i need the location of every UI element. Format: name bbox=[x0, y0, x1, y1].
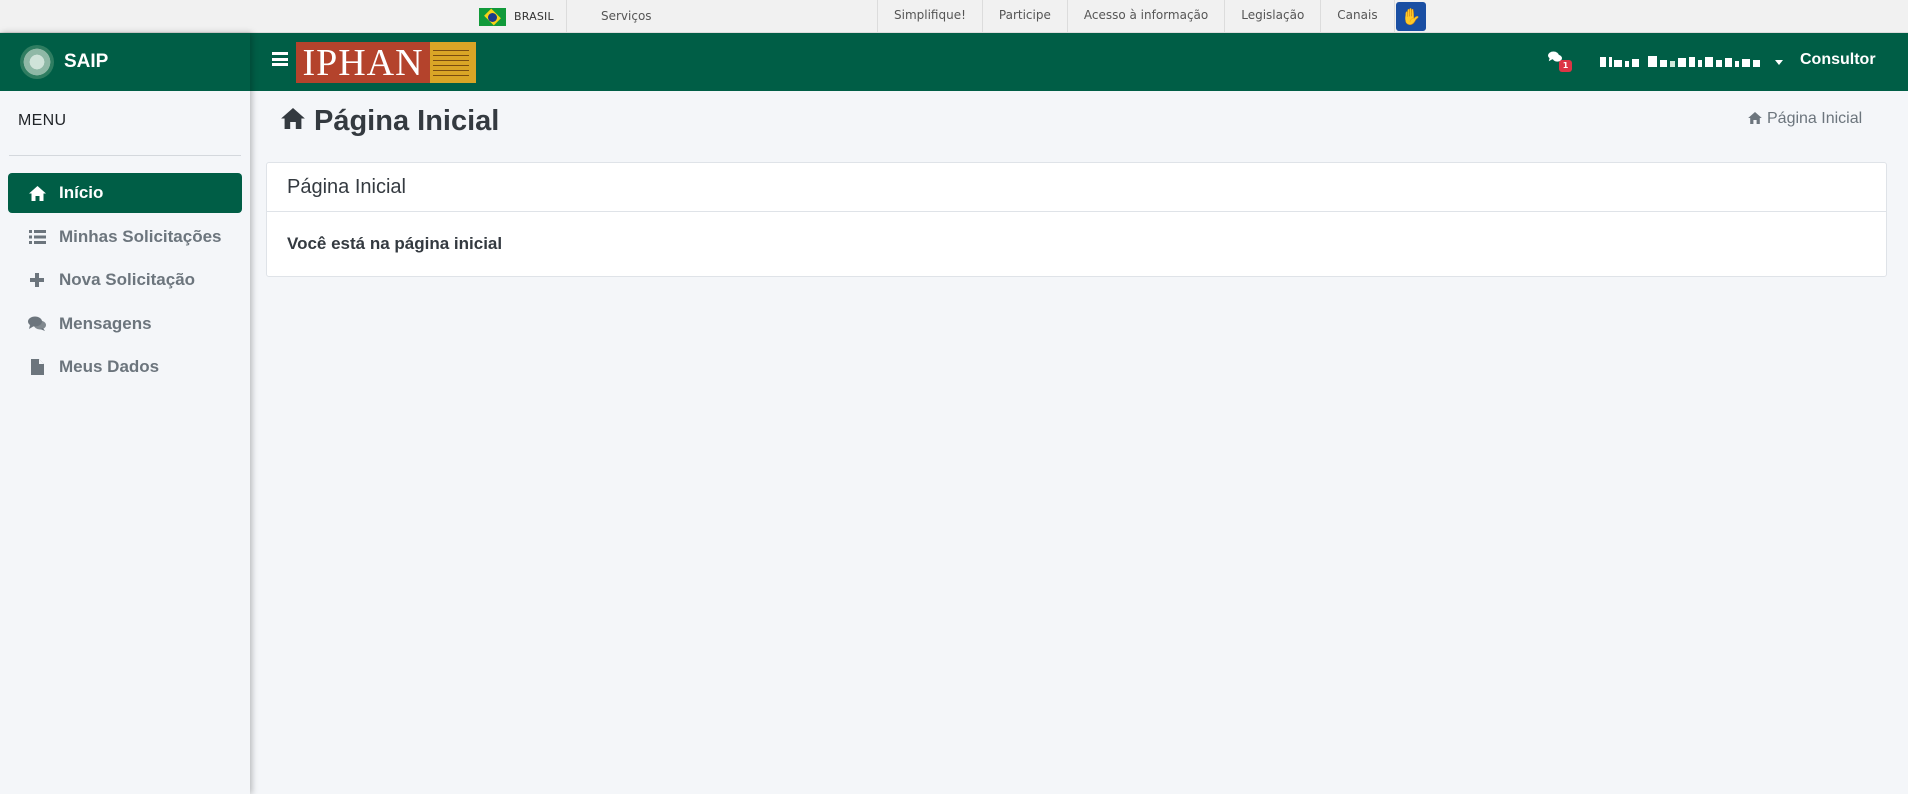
sidebar-item-label: Meus Dados bbox=[59, 357, 160, 376]
brasil-link[interactable]: BRASIL bbox=[479, 0, 567, 33]
home-icon bbox=[1748, 111, 1762, 127]
file-icon bbox=[28, 359, 46, 375]
sidebar-item-nova-solicitacao[interactable]: Nova Solicitação bbox=[8, 260, 242, 300]
home-icon bbox=[281, 107, 305, 136]
gov-barra: BRASIL Serviços Simplifique! Participe A… bbox=[0, 0, 1908, 33]
menu-divider bbox=[9, 155, 241, 156]
messages-badge: 1 bbox=[1559, 60, 1572, 72]
saip-logo-icon bbox=[20, 45, 54, 79]
top-navbar: IPHAN 1 Consultor bbox=[250, 33, 1908, 91]
page-title-text: Página Inicial bbox=[314, 105, 500, 137]
iphan-logo[interactable]: IPHAN bbox=[296, 42, 476, 84]
acesso-informacao-link[interactable]: Acesso à informação bbox=[1066, 0, 1224, 33]
user-role: Consultor bbox=[1800, 51, 1876, 68]
redacted-user-name bbox=[1600, 56, 1760, 67]
menu-toggle-icon[interactable] bbox=[272, 52, 288, 66]
menu-title: MENU bbox=[18, 112, 67, 129]
participe-link[interactable]: Participe bbox=[981, 0, 1067, 33]
brazil-flag-icon bbox=[479, 7, 506, 26]
home-icon bbox=[28, 185, 46, 201]
list-icon bbox=[28, 229, 46, 244]
sidebar-item-label: Mensagens bbox=[59, 313, 152, 333]
sidebar-item-label: Início bbox=[59, 183, 104, 202]
sidebar: SAIP MENU Início Minhas Solicitações Nov… bbox=[0, 33, 250, 794]
iphan-logo-emblem bbox=[430, 42, 476, 83]
iphan-logo-text: IPHAN bbox=[296, 42, 430, 84]
breadcrumb: Página Inicial bbox=[1748, 110, 1862, 128]
page-title: Página Inicial bbox=[281, 105, 499, 138]
sidebar-item-mensagens[interactable]: Mensagens bbox=[8, 304, 242, 344]
brasil-label: BRASIL bbox=[514, 10, 554, 23]
caret-down-icon bbox=[1775, 59, 1783, 65]
simplifique-link[interactable]: Simplifique! bbox=[877, 0, 982, 33]
breadcrumb-item[interactable]: Página Inicial bbox=[1767, 110, 1862, 128]
content-card: Página Inicial Você está na página inici… bbox=[266, 162, 1887, 277]
plus-icon bbox=[28, 273, 46, 287]
brand-name: SAIP bbox=[64, 51, 109, 72]
brand-link[interactable]: SAIP bbox=[0, 33, 250, 91]
vlibras-icon[interactable]: ✋ bbox=[1396, 2, 1426, 31]
gov-links: Simplifique! Participe Acesso à informaç… bbox=[877, 0, 1395, 33]
messages-button[interactable]: 1 bbox=[1548, 51, 1572, 73]
sidebar-nav: Início Minhas Solicitações Nova Solicita… bbox=[8, 173, 242, 391]
card-text: Você está na página inicial bbox=[287, 234, 503, 253]
sidebar-item-meus-dados[interactable]: Meus Dados bbox=[8, 347, 242, 387]
sidebar-item-label: Nova Solicitação bbox=[59, 270, 196, 289]
servicos-link[interactable]: Serviços bbox=[601, 0, 652, 33]
card-title: Página Inicial bbox=[267, 163, 1886, 212]
canais-link[interactable]: Canais bbox=[1320, 0, 1395, 33]
sidebar-item-label: Minhas Solicitações bbox=[59, 226, 222, 246]
sidebar-item-inicio[interactable]: Início bbox=[8, 173, 242, 213]
sidebar-item-minhas-solicitacoes[interactable]: Minhas Solicitações bbox=[8, 217, 242, 257]
comments-icon bbox=[28, 316, 46, 331]
user-menu-toggle[interactable] bbox=[1600, 51, 1783, 73]
legislacao-link[interactable]: Legislação bbox=[1224, 0, 1320, 33]
